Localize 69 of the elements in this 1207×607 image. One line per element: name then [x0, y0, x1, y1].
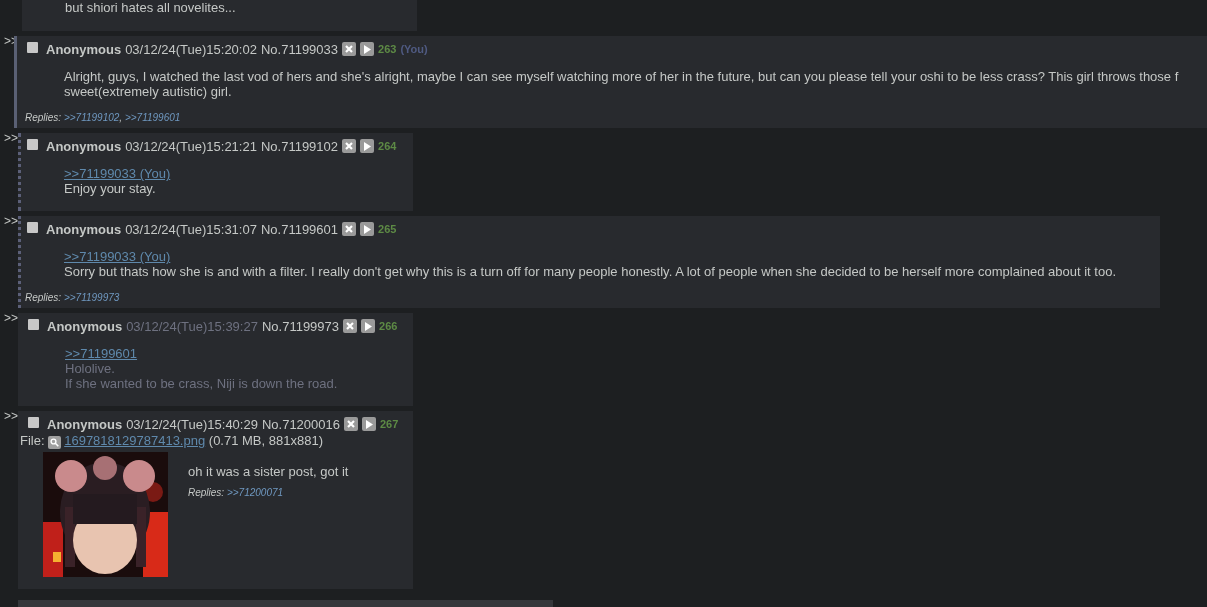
close-icon [344, 44, 355, 54]
post-checkbox[interactable] [27, 222, 38, 233]
side-arrows: >> [3, 132, 18, 144]
close-icon [346, 419, 356, 429]
menu-button[interactable] [360, 42, 375, 56]
post-text: but shiori hates all novelites... [65, 0, 236, 15]
you-label: (You) [400, 43, 428, 55]
poster-name: Anonymous [46, 41, 122, 57]
quote-link[interactable]: >>71199033 (You) [64, 249, 171, 264]
post-count: 266 [379, 320, 398, 332]
play-icon [364, 321, 373, 331]
quote-link[interactable]: >>71199033 (You) [64, 166, 171, 181]
search-icon[interactable] [48, 436, 62, 449]
hide-button[interactable] [342, 139, 357, 153]
play-icon [365, 419, 373, 429]
menu-button[interactable] [360, 222, 375, 236]
file-link[interactable]: 1697818129787413.png [64, 433, 206, 448]
post-text: sweet(extremely autistic) girl. [64, 84, 232, 99]
post-number[interactable]: No.71199973 [261, 318, 340, 334]
reply-link[interactable]: >>71199601 [124, 112, 181, 123]
poster-name: Anonymous [47, 416, 123, 432]
post-number[interactable]: No.71199102 [260, 138, 339, 154]
reply-link[interactable]: >>71200071 [226, 487, 284, 498]
poster-name: Anonymous [47, 318, 123, 334]
side-arrows: >> [3, 312, 18, 324]
post-date: 03/12/24(Tue)15:39:27 [126, 318, 258, 334]
post-text: Enjoy your stay. [64, 181, 156, 196]
replies-line: Replies: >>71199973 [25, 292, 120, 303]
close-icon [344, 224, 355, 234]
quote-link[interactable]: >>71199601 [65, 346, 138, 361]
play-icon [363, 141, 372, 151]
post-checkbox[interactable] [28, 417, 39, 428]
play-icon [363, 224, 372, 234]
post-count: 265 [378, 223, 397, 235]
post-text: oh it was a sister post, got it [188, 464, 349, 479]
hide-button[interactable] [342, 222, 357, 236]
side-arrows: >> [3, 410, 18, 422]
post-count: 264 [378, 140, 397, 152]
side-arrows: >> [3, 215, 18, 227]
close-icon [345, 321, 356, 331]
post-count: 263 [378, 43, 397, 55]
post-checkbox[interactable] [27, 139, 38, 150]
post-date: 03/12/24(Tue)15:40:29 [126, 416, 258, 432]
play-icon [363, 44, 372, 54]
replies-line: Replies: >>71200071 [188, 486, 284, 500]
post-checkbox[interactable] [28, 319, 39, 330]
hide-button[interactable] [342, 42, 357, 56]
post-count: 267 [380, 418, 399, 430]
menu-button[interactable] [360, 139, 375, 153]
post-text: Hololive. [65, 361, 115, 376]
post-text: Sorry but thats how she is and with a filter. I really don't get why this is a turn off for many people honestly. A lot of people when she decided to be herself more complained about it too. [64, 264, 1116, 279]
reply-link[interactable]: >>71199973 [63, 292, 120, 303]
poster-name: Anonymous [46, 138, 122, 154]
close-icon [344, 141, 355, 151]
post-date: 03/12/24(Tue)15:20:02 [125, 41, 257, 57]
file-label: File: [20, 433, 45, 448]
post-text: If she wanted to be crass, Niji is down the road. [65, 376, 338, 391]
post-date: 03/12/24(Tue)15:31:07 [125, 221, 257, 237]
post-number[interactable]: No.71199601 [260, 221, 339, 237]
replies-line: Replies: >>71199102, >>71199601 [25, 112, 181, 123]
post-number[interactable]: No.71200016 [261, 416, 340, 432]
file-info: (0.71 MB, 881x881) [208, 433, 323, 448]
post-text: Alright, guys, I watched the last vod of hers and she's alright, maybe I can see myself watching more of her in the future, but can you please tell your oshi to be less crass? This girl throws those f [64, 69, 1179, 84]
menu-button[interactable] [361, 319, 376, 333]
post-date: 03/12/24(Tue)15:21:21 [125, 138, 257, 154]
hide-button[interactable] [343, 319, 358, 333]
poster-name: Anonymous [46, 221, 122, 237]
post-number[interactable]: No.71199033 [260, 41, 339, 57]
post-checkbox[interactable] [27, 42, 38, 53]
